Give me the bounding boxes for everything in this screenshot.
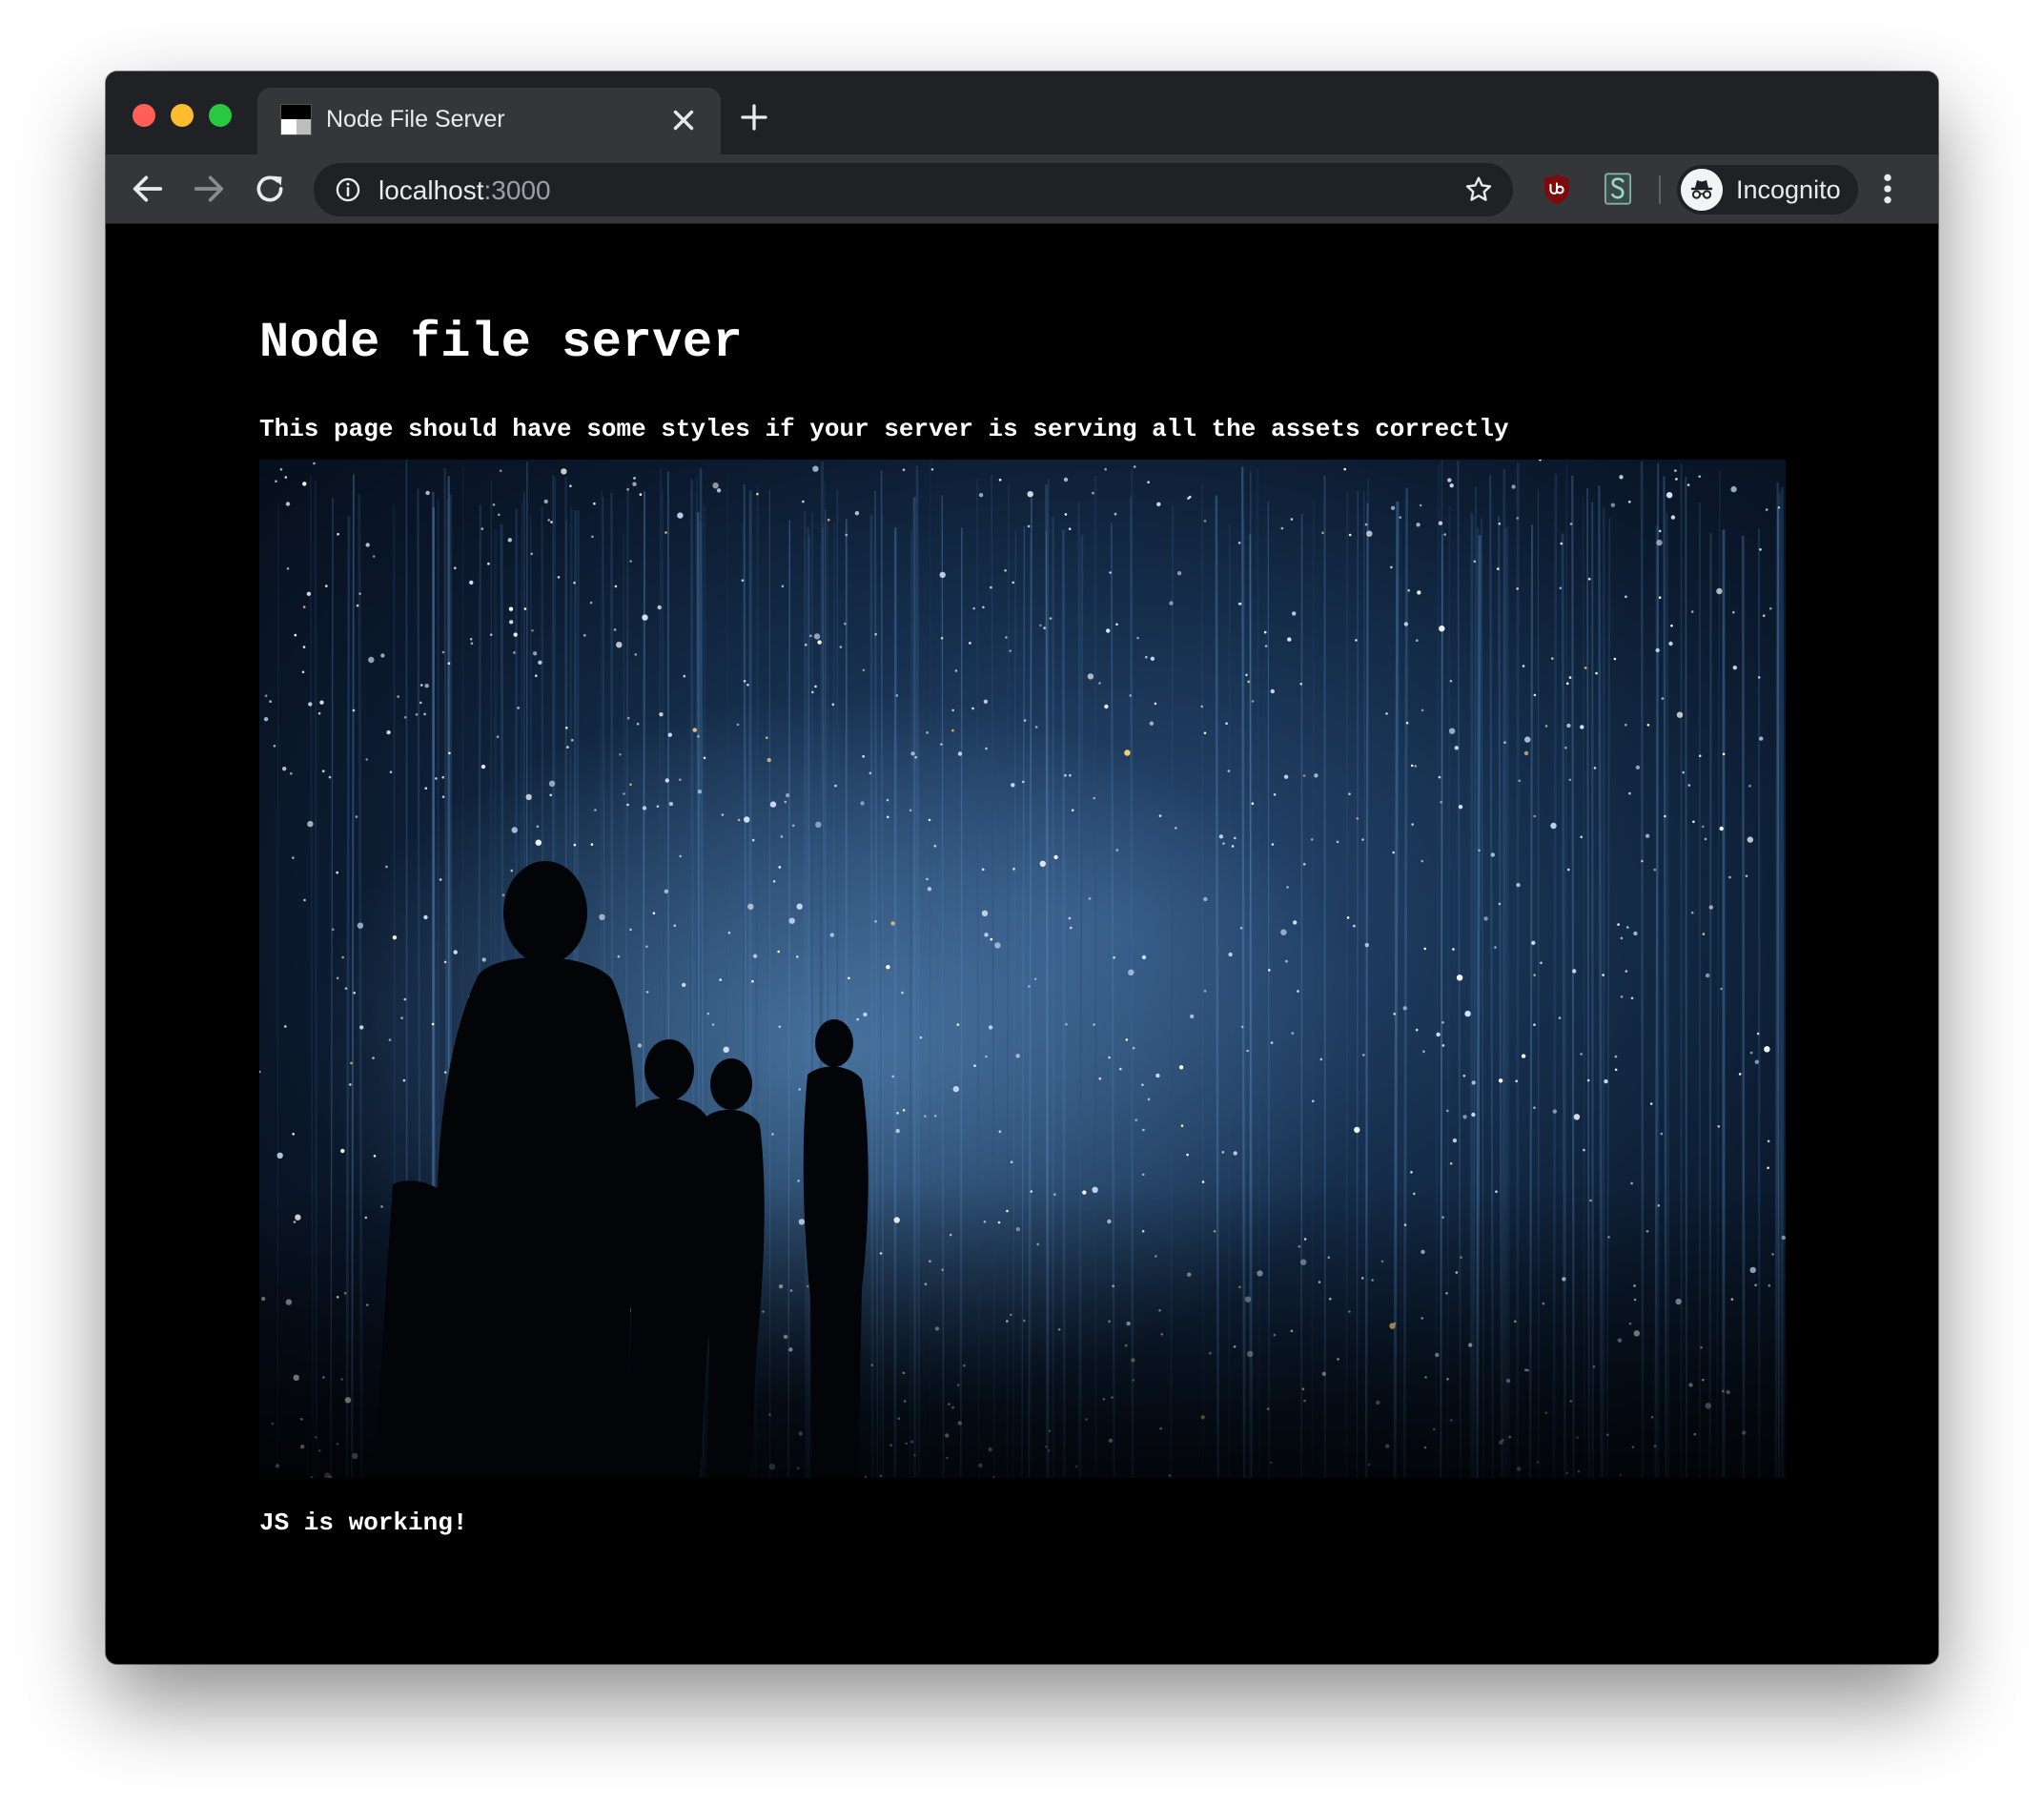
tab-strip: Node File Server bbox=[106, 72, 1938, 154]
kebab-menu-icon[interactable] bbox=[1877, 170, 1898, 208]
browser-toolbar: localhost:3000 Incognito bbox=[106, 154, 1938, 224]
window-maximize-button[interactable] bbox=[209, 104, 232, 127]
plus-icon[interactable] bbox=[737, 100, 771, 134]
url-text[interactable]: localhost:3000 bbox=[378, 175, 551, 206]
reload-icon[interactable] bbox=[251, 170, 289, 208]
info-icon[interactable] bbox=[335, 176, 361, 203]
incognito-profile-button[interactable]: Incognito bbox=[1677, 165, 1858, 215]
tab-title: Node File Server bbox=[326, 106, 505, 133]
page-title: Node file server bbox=[259, 315, 744, 371]
tab-node-file-server[interactable]: Node File Server bbox=[257, 88, 721, 154]
page-favicon-icon bbox=[280, 104, 312, 135]
ublock-shield-icon[interactable] bbox=[1542, 174, 1572, 206]
url-port: :3000 bbox=[483, 175, 551, 205]
star-icon[interactable] bbox=[1463, 174, 1494, 205]
url-host: localhost bbox=[378, 175, 484, 205]
close-icon[interactable] bbox=[667, 104, 700, 136]
window-minimize-button[interactable] bbox=[171, 104, 194, 127]
page-viewport: Node file server This page should have s… bbox=[106, 224, 1938, 1664]
incognito-icon bbox=[1681, 169, 1723, 211]
browser-window: Node File Server localhost:3000 Incognit… bbox=[106, 72, 1938, 1664]
window-close-button[interactable] bbox=[133, 104, 155, 127]
hero-image bbox=[259, 460, 1786, 1478]
s-extension-icon[interactable] bbox=[1603, 173, 1633, 205]
incognito-label: Incognito bbox=[1736, 175, 1841, 204]
js-status-text: JS is working! bbox=[259, 1508, 468, 1537]
arrow-right-icon[interactable] bbox=[190, 170, 228, 208]
address-bar[interactable]: localhost:3000 bbox=[314, 163, 1513, 216]
arrow-left-icon[interactable] bbox=[129, 170, 167, 208]
toolbar-separator bbox=[1659, 175, 1661, 204]
page-description: This page should have some styles if you… bbox=[259, 415, 1509, 443]
